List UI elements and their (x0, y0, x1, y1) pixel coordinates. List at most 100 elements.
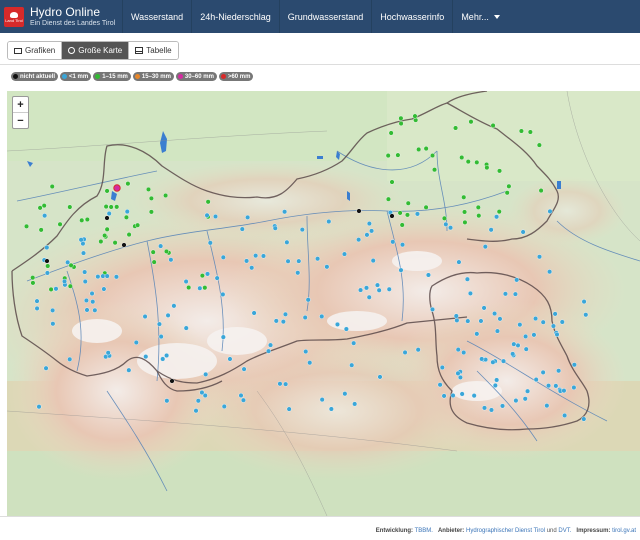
station-marker[interactable] (494, 377, 500, 383)
station-marker[interactable] (305, 297, 311, 303)
station-marker[interactable] (164, 398, 170, 404)
station-marker[interactable] (326, 219, 332, 225)
station-marker[interactable] (273, 318, 279, 324)
station-marker[interactable] (397, 210, 403, 216)
station-marker[interactable] (67, 283, 73, 289)
station-marker[interactable] (514, 277, 520, 283)
station-marker[interactable] (319, 313, 325, 319)
station-marker[interactable] (315, 256, 321, 262)
station-marker[interactable] (474, 331, 480, 337)
station-marker[interactable] (502, 291, 508, 297)
station-marker[interactable] (386, 286, 392, 292)
station-marker[interactable] (430, 306, 436, 312)
station-marker[interactable] (199, 273, 205, 279)
station-marker[interactable] (103, 204, 109, 210)
station-marker[interactable] (553, 383, 559, 389)
station-marker[interactable] (126, 232, 132, 238)
station-marker[interactable] (319, 397, 325, 403)
link-dvt[interactable]: DVT. (558, 528, 571, 534)
station-marker[interactable] (42, 213, 48, 219)
station-marker[interactable] (356, 208, 362, 214)
station-marker[interactable] (24, 223, 30, 229)
station-marker[interactable] (467, 290, 473, 296)
station-marker[interactable] (583, 312, 589, 318)
station-marker[interactable] (163, 248, 169, 254)
station-marker[interactable] (479, 356, 485, 362)
station-marker[interactable] (571, 385, 577, 391)
station-marker[interactable] (193, 408, 199, 414)
station-marker[interactable] (83, 297, 89, 303)
station-marker[interactable] (220, 291, 226, 297)
zoom-out-button[interactable]: − (13, 113, 28, 128)
station-marker[interactable] (202, 285, 208, 291)
station-marker[interactable] (398, 267, 404, 273)
brand[interactable]: Land Tirol Hydro Online Ein Dienst des L… (0, 0, 122, 33)
station-marker[interactable] (476, 213, 482, 219)
station-marker[interactable] (482, 405, 488, 411)
station-marker[interactable] (295, 270, 301, 276)
station-marker[interactable] (30, 280, 36, 286)
station-marker[interactable] (65, 259, 71, 265)
station-marker[interactable] (36, 404, 42, 410)
station-marker[interactable] (124, 209, 130, 215)
station-marker[interactable] (195, 398, 201, 404)
station-marker[interactable] (303, 349, 309, 355)
station-marker[interactable] (490, 122, 496, 128)
station-marker[interactable] (523, 346, 529, 352)
station-marker[interactable] (280, 319, 286, 325)
station-marker[interactable] (30, 275, 36, 281)
station-marker[interactable] (186, 285, 192, 291)
station-marker[interactable] (581, 299, 587, 305)
station-marker[interactable] (143, 354, 149, 360)
station-marker[interactable] (148, 209, 154, 215)
station-marker[interactable] (302, 315, 308, 321)
station-marker[interactable] (364, 232, 370, 238)
station-marker[interactable] (510, 351, 516, 357)
station-marker[interactable] (515, 342, 521, 348)
station-marker[interactable] (450, 392, 456, 398)
nav-24h-niederschlag[interactable]: 24h-Niederschlag (191, 0, 279, 33)
station-marker[interactable] (123, 214, 129, 220)
station-marker[interactable] (430, 153, 436, 159)
station-marker[interactable] (366, 221, 372, 227)
station-marker[interactable] (374, 282, 380, 288)
station-marker[interactable] (352, 401, 358, 407)
station-marker[interactable] (158, 334, 164, 340)
tab-grafiken[interactable]: Grafiken (8, 42, 63, 59)
station-marker[interactable] (492, 311, 498, 317)
station-marker[interactable] (142, 314, 148, 320)
station-marker[interactable] (95, 274, 101, 280)
station-marker[interactable] (351, 340, 357, 346)
tab-tabelle[interactable]: Tabelle (129, 42, 178, 59)
station-marker[interactable] (395, 152, 401, 158)
station-marker[interactable] (104, 226, 110, 232)
station-marker[interactable] (104, 215, 110, 221)
station-marker[interactable] (390, 239, 396, 245)
station-marker[interactable] (113, 274, 119, 280)
station-marker[interactable] (183, 279, 189, 285)
station-marker[interactable] (145, 186, 151, 192)
station-marker[interactable] (343, 326, 349, 332)
station-marker[interactable] (114, 204, 120, 210)
station-marker[interactable] (455, 370, 461, 376)
station-marker[interactable] (160, 356, 166, 362)
station-marker[interactable] (443, 221, 449, 227)
station-marker[interactable] (461, 194, 467, 200)
station-marker[interactable] (286, 406, 292, 412)
station-marker[interactable] (363, 285, 369, 291)
station-marker[interactable] (102, 233, 108, 239)
station-marker[interactable] (285, 258, 291, 264)
station-marker[interactable] (307, 360, 313, 366)
station-marker[interactable] (43, 365, 49, 371)
station-marker[interactable] (385, 196, 391, 202)
station-marker[interactable] (385, 153, 391, 159)
station-marker[interactable] (328, 406, 334, 412)
station-marker[interactable] (296, 258, 302, 264)
station-marker[interactable] (441, 215, 447, 221)
station-marker[interactable] (50, 307, 56, 313)
station-marker[interactable] (62, 278, 68, 284)
station-marker[interactable] (456, 259, 462, 265)
station-marker[interactable] (517, 322, 523, 328)
station-marker[interactable] (202, 393, 208, 399)
station-marker[interactable] (484, 165, 490, 171)
